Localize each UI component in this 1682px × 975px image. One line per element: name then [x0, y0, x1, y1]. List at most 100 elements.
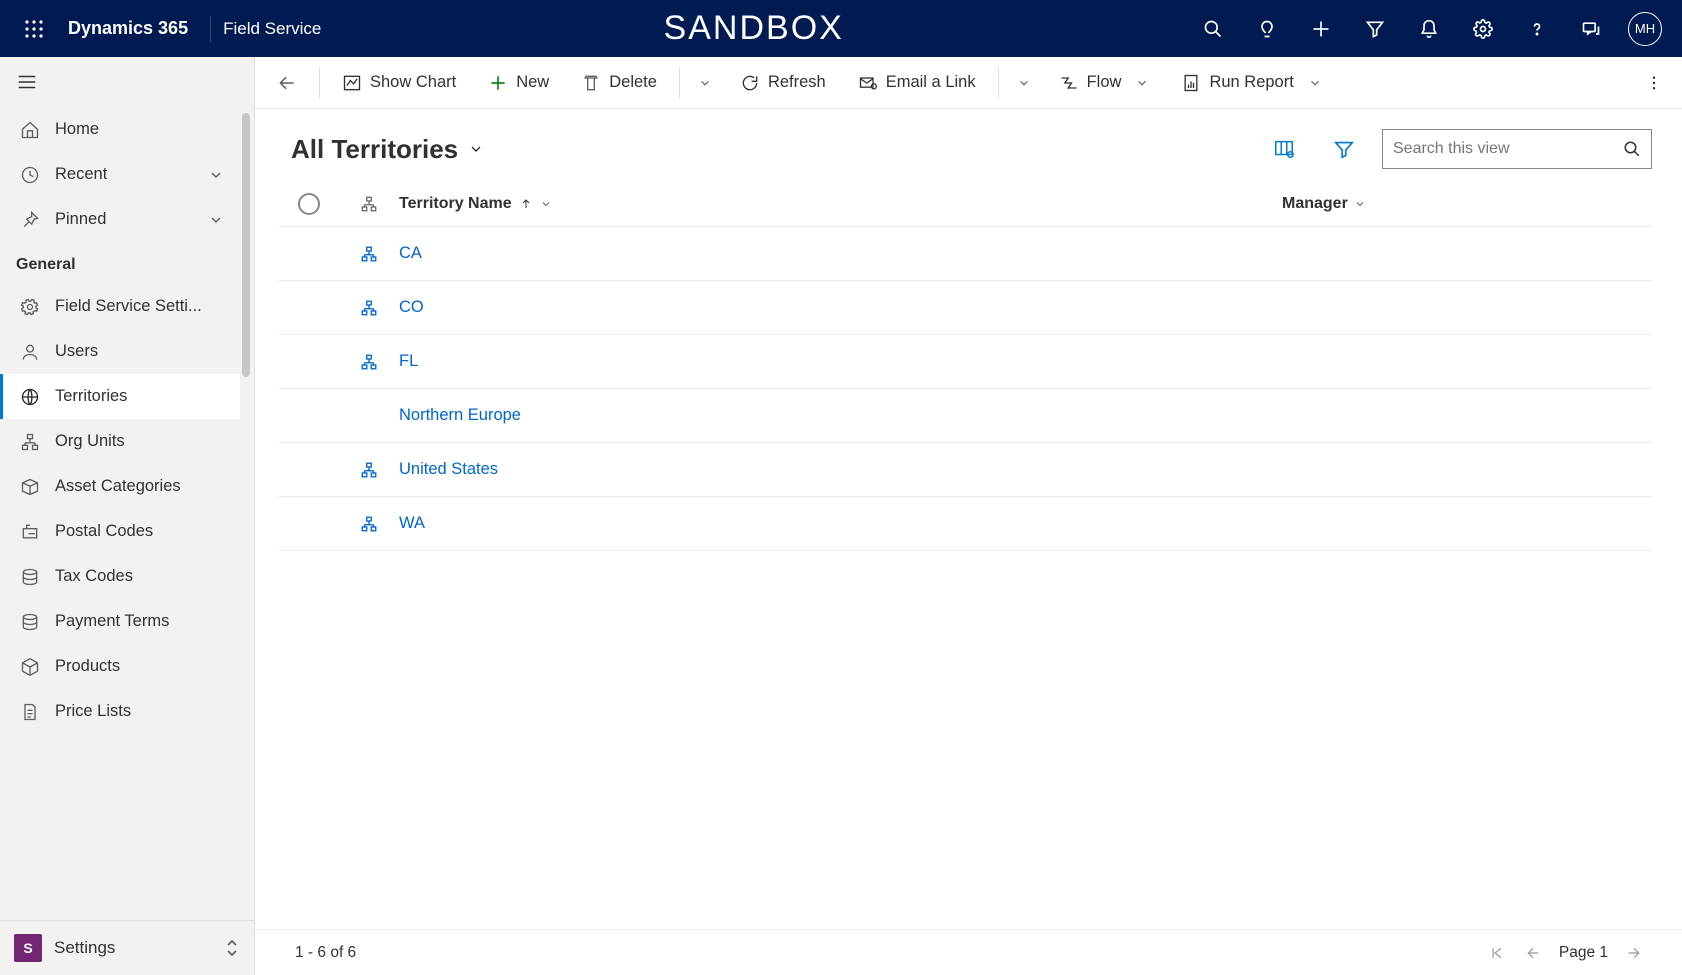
territory-link[interactable]: FL	[399, 352, 418, 371]
manager-column-header[interactable]: Manager	[1282, 195, 1652, 213]
email-link-button[interactable]: Email a Link	[844, 57, 990, 109]
table-row[interactable]: FL	[279, 335, 1652, 389]
sidebar-item-pinned[interactable]: Pinned	[0, 197, 240, 242]
trash-icon	[581, 73, 601, 93]
row-hierarchy[interactable]	[339, 461, 399, 479]
search-icon	[1623, 140, 1641, 158]
chat-button[interactable]	[1564, 0, 1618, 57]
table-row[interactable]: WA	[279, 497, 1652, 551]
doc-icon	[19, 702, 41, 722]
filter-button[interactable]	[1322, 129, 1366, 169]
territory-link[interactable]: CO	[399, 298, 424, 317]
plus-icon	[488, 73, 508, 93]
back-button[interactable]	[263, 57, 311, 109]
territory-link[interactable]: Northern Europe	[399, 406, 521, 425]
sidebar-item-territories[interactable]: Territories	[0, 374, 240, 419]
territory-link[interactable]: CA	[399, 244, 422, 263]
select-all-circle[interactable]	[298, 193, 320, 215]
run-report-button[interactable]: Run Report	[1167, 57, 1335, 109]
hierarchy-icon	[360, 353, 378, 371]
area-switcher[interactable]: S Settings	[0, 920, 254, 975]
next-page-button[interactable]	[1616, 945, 1652, 961]
delete-split-button[interactable]	[688, 57, 722, 109]
territory-name-column-header[interactable]: Territory Name	[399, 195, 1282, 213]
prev-page-button[interactable]	[1515, 945, 1551, 961]
table-row[interactable]: United States	[279, 443, 1652, 497]
area-badge: S	[14, 934, 42, 962]
sidebar-item-org-units[interactable]: Org Units	[0, 419, 240, 464]
sidebar-item-field-service-setti-[interactable]: Field Service Setti...	[0, 284, 240, 329]
table-row[interactable]: CA	[279, 227, 1652, 281]
sidebar-item-users[interactable]: Users	[0, 329, 240, 374]
view-selector[interactable]: All Territories	[291, 134, 484, 165]
refresh-icon	[740, 73, 760, 93]
mailbox-icon	[19, 522, 41, 542]
row-hierarchy[interactable]	[339, 515, 399, 533]
stack-icon	[19, 612, 41, 632]
refresh-button[interactable]: Refresh	[726, 57, 840, 109]
sitemap-sidebar: HomeRecentPinnedGeneralField Service Set…	[0, 57, 255, 975]
updown-icon	[224, 938, 240, 958]
sidebar-item-home[interactable]: Home	[0, 107, 240, 152]
view-search-input[interactable]	[1393, 140, 1623, 158]
flow-icon	[1059, 73, 1079, 93]
clock-icon	[19, 165, 41, 185]
pin-icon	[19, 210, 41, 230]
row-hierarchy[interactable]	[339, 353, 399, 371]
global-filter-button[interactable]	[1348, 0, 1402, 57]
sidebar-item-label: Recent	[55, 165, 107, 184]
sidebar-item-price-lists[interactable]: Price Lists	[0, 689, 240, 734]
chevron-down-icon	[208, 167, 224, 183]
territory-link[interactable]: United States	[399, 460, 498, 479]
chevron-down-icon	[540, 198, 552, 210]
brand-label[interactable]: Dynamics 365	[58, 18, 198, 39]
global-header: Dynamics 365 Field Service SANDBOX MH	[0, 0, 1682, 57]
sidebar-item-products[interactable]: Products	[0, 644, 240, 689]
sidebar-item-label: Tax Codes	[55, 567, 133, 586]
table-row[interactable]: CO	[279, 281, 1652, 335]
sidebar-toggle-button[interactable]	[0, 57, 254, 107]
new-button[interactable]: New	[474, 57, 563, 109]
chevron-down-icon	[468, 141, 484, 157]
sidebar-item-label: Field Service Setti...	[55, 297, 202, 316]
edit-columns-button[interactable]	[1262, 129, 1306, 169]
assistant-button[interactable]	[1240, 0, 1294, 57]
flow-button[interactable]: Flow	[1045, 57, 1164, 109]
row-hierarchy[interactable]	[339, 245, 399, 263]
email-link-split-button[interactable]	[1007, 57, 1041, 109]
commandbar-overflow-button[interactable]	[1634, 74, 1674, 92]
sidebar-item-tax-codes[interactable]: Tax Codes	[0, 554, 240, 599]
cube-icon	[19, 657, 41, 677]
settings-button[interactable]	[1456, 0, 1510, 57]
command-bar: Show Chart New Delete Refresh Email a Li…	[255, 57, 1682, 109]
first-page-button[interactable]	[1479, 945, 1515, 961]
app-name-label[interactable]: Field Service	[223, 19, 321, 39]
select-all-column[interactable]	[279, 193, 339, 215]
global-search-button[interactable]	[1186, 0, 1240, 57]
sidebar-item-asset-categories[interactable]: Asset Categories	[0, 464, 240, 509]
delete-button[interactable]: Delete	[567, 57, 671, 109]
view-search[interactable]	[1382, 129, 1652, 169]
territory-link[interactable]: WA	[399, 514, 425, 533]
sidebar-item-recent[interactable]: Recent	[0, 152, 240, 197]
hierarchy-icon	[360, 245, 378, 263]
record-range-label: 1 - 6 of 6	[295, 944, 356, 962]
area-name-label: Settings	[54, 938, 115, 958]
hierarchy-column-header[interactable]	[339, 195, 399, 213]
main-content: Show Chart New Delete Refresh Email a Li…	[255, 57, 1682, 975]
stack-icon	[19, 567, 41, 587]
row-hierarchy[interactable]	[339, 299, 399, 317]
report-icon	[1181, 73, 1201, 93]
sidebar-scrollbar[interactable]	[242, 113, 250, 914]
app-launcher-button[interactable]	[10, 19, 58, 39]
help-button[interactable]	[1510, 0, 1564, 57]
sidebar-item-payment-terms[interactable]: Payment Terms	[0, 599, 240, 644]
table-row[interactable]: Northern Europe	[279, 389, 1652, 443]
chevron-down-icon	[208, 212, 224, 228]
notifications-button[interactable]	[1402, 0, 1456, 57]
gear-icon	[19, 297, 41, 317]
global-add-button[interactable]	[1294, 0, 1348, 57]
user-avatar[interactable]: MH	[1628, 12, 1662, 46]
sidebar-item-postal-codes[interactable]: Postal Codes	[0, 509, 240, 554]
show-chart-button[interactable]: Show Chart	[328, 57, 470, 109]
